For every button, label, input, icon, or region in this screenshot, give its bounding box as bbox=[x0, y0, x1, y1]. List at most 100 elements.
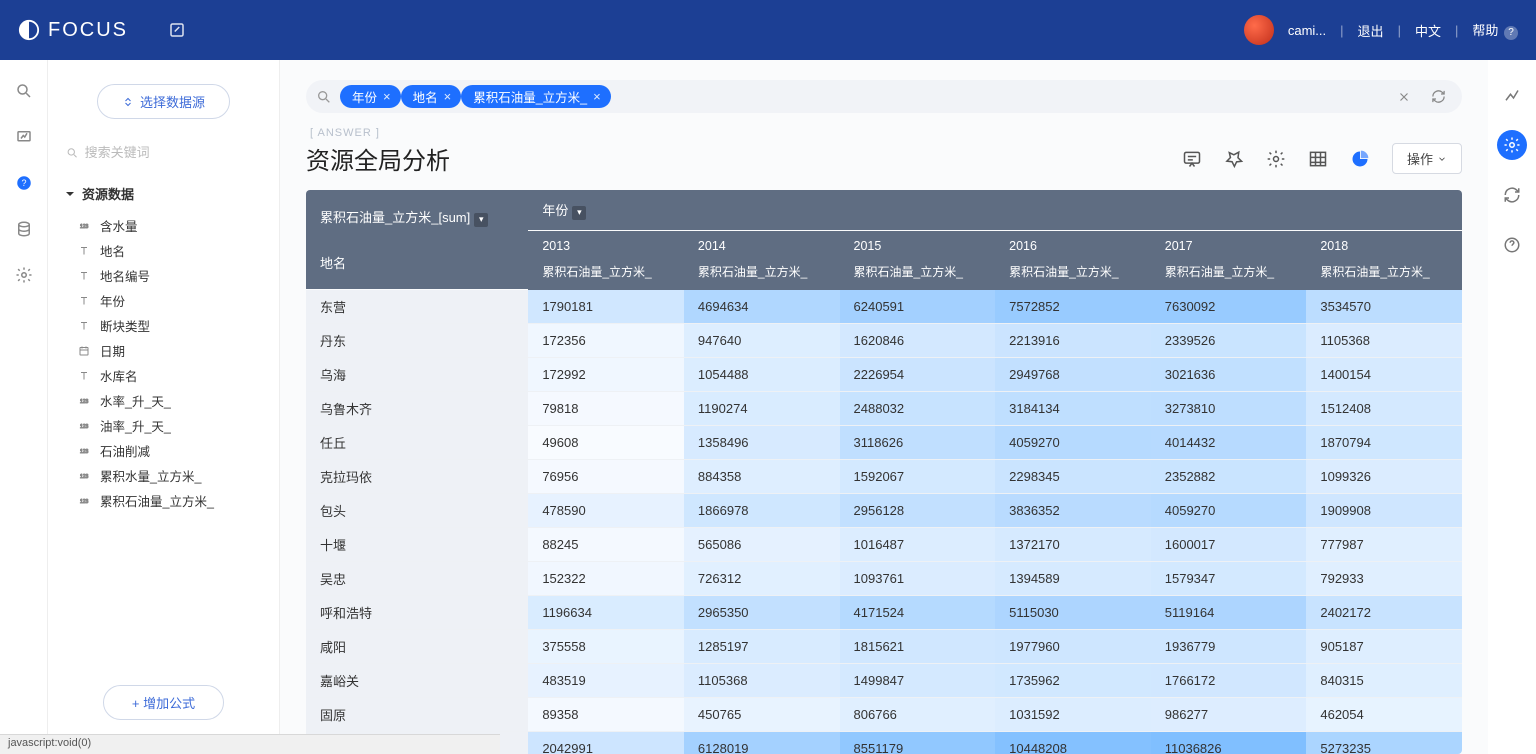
cell[interactable]: 2352882 bbox=[1151, 460, 1307, 494]
reload-query-icon[interactable] bbox=[1425, 89, 1452, 104]
row-header[interactable]: 乌海 bbox=[306, 358, 528, 392]
col-dim-header[interactable]: 年份 bbox=[542, 203, 568, 218]
table-icon[interactable] bbox=[1308, 149, 1328, 169]
cell[interactable]: 3021636 bbox=[1151, 358, 1307, 392]
cell[interactable]: 777987 bbox=[1306, 528, 1462, 562]
cell[interactable]: 1592067 bbox=[840, 460, 996, 494]
username[interactable]: cami... bbox=[1288, 23, 1326, 38]
field-item[interactable]: 123水率_升_天_ bbox=[48, 388, 279, 413]
gear-icon[interactable] bbox=[1266, 149, 1286, 169]
cell[interactable]: 726312 bbox=[684, 562, 840, 596]
cell[interactable]: 3118626 bbox=[840, 426, 996, 460]
search-icon[interactable] bbox=[316, 89, 332, 105]
query-chip[interactable]: 年份× bbox=[340, 85, 401, 108]
cell[interactable]: 3836352 bbox=[995, 494, 1151, 528]
cell[interactable]: 1099326 bbox=[1306, 460, 1462, 494]
row-header[interactable]: 丹东 bbox=[306, 324, 528, 358]
dropdown-icon[interactable]: ▾ bbox=[572, 206, 586, 220]
cell[interactable]: 1579347 bbox=[1151, 562, 1307, 596]
field-item[interactable]: 123累积水量_立方米_ bbox=[48, 463, 279, 488]
cell[interactable]: 1285197 bbox=[684, 630, 840, 664]
row-header[interactable]: 咸阳 bbox=[306, 630, 528, 664]
cell[interactable]: 88245 bbox=[528, 528, 684, 562]
cell[interactable]: 5115030 bbox=[995, 596, 1151, 630]
cell[interactable]: 884358 bbox=[684, 460, 840, 494]
cell[interactable]: 1358496 bbox=[684, 426, 840, 460]
cell[interactable]: 1372170 bbox=[995, 528, 1151, 562]
chip-close-icon[interactable]: × bbox=[383, 89, 391, 104]
field-item[interactable]: 断块类型 bbox=[48, 313, 279, 338]
cell[interactable]: 172992 bbox=[528, 358, 684, 392]
row-header[interactable]: 东营 bbox=[306, 290, 528, 324]
year-header[interactable]: 2017 bbox=[1151, 230, 1307, 259]
rail-help-icon[interactable] bbox=[1497, 230, 1527, 260]
cell[interactable]: 10448208 bbox=[995, 732, 1151, 754]
cell[interactable]: 1512408 bbox=[1306, 392, 1462, 426]
field-item[interactable]: 年份 bbox=[48, 288, 279, 313]
search-keyword-input[interactable] bbox=[85, 145, 261, 160]
cell[interactable]: 11036826 bbox=[1151, 732, 1307, 754]
cell[interactable]: 1190274 bbox=[684, 392, 840, 426]
cell[interactable]: 2339526 bbox=[1151, 324, 1307, 358]
field-item[interactable]: 日期 bbox=[48, 338, 279, 363]
row-header[interactable]: 任丘 bbox=[306, 426, 528, 460]
cell[interactable]: 1936779 bbox=[1151, 630, 1307, 664]
cell[interactable]: 2956128 bbox=[840, 494, 996, 528]
cell[interactable]: 462054 bbox=[1306, 698, 1462, 732]
cell[interactable]: 1790181 bbox=[528, 290, 684, 324]
edit-icon[interactable] bbox=[168, 21, 186, 39]
field-item[interactable]: 水库名 bbox=[48, 363, 279, 388]
cell[interactable]: 1105368 bbox=[1306, 324, 1462, 358]
nav-settings-icon[interactable] bbox=[15, 266, 33, 284]
select-datasource-button[interactable]: 选择数据源 bbox=[97, 84, 230, 119]
field-item[interactable]: 地名编号 bbox=[48, 263, 279, 288]
cell[interactable]: 792933 bbox=[1306, 562, 1462, 596]
nav-help-icon[interactable]: ? bbox=[15, 174, 33, 192]
logout-link[interactable]: 退出 bbox=[1358, 21, 1384, 40]
cell[interactable]: 1766172 bbox=[1151, 664, 1307, 698]
cell[interactable]: 2965350 bbox=[684, 596, 840, 630]
cell[interactable]: 7630092 bbox=[1151, 290, 1307, 324]
cell[interactable]: 1031592 bbox=[995, 698, 1151, 732]
nav-search-icon[interactable] bbox=[15, 82, 33, 100]
cell[interactable]: 840315 bbox=[1306, 664, 1462, 698]
cell[interactable]: 947640 bbox=[684, 324, 840, 358]
comment-icon[interactable] bbox=[1182, 149, 1202, 169]
cell[interactable]: 152322 bbox=[528, 562, 684, 596]
cell[interactable]: 478590 bbox=[528, 494, 684, 528]
cell[interactable]: 3184134 bbox=[995, 392, 1151, 426]
cell[interactable]: 375558 bbox=[528, 630, 684, 664]
clear-query-icon[interactable] bbox=[1391, 90, 1417, 104]
year-header[interactable]: 2014 bbox=[684, 230, 840, 259]
cell[interactable]: 6128019 bbox=[684, 732, 840, 754]
operation-button[interactable]: 操作 bbox=[1392, 143, 1462, 174]
row-header[interactable]: 十堰 bbox=[306, 528, 528, 562]
cell[interactable]: 1909908 bbox=[1306, 494, 1462, 528]
query-chip[interactable]: 地名× bbox=[401, 85, 462, 108]
cell[interactable]: 4171524 bbox=[840, 596, 996, 630]
cell[interactable]: 1016487 bbox=[840, 528, 996, 562]
cell[interactable]: 1870794 bbox=[1306, 426, 1462, 460]
cell[interactable]: 4059270 bbox=[1151, 494, 1307, 528]
cell[interactable]: 4059270 bbox=[995, 426, 1151, 460]
nav-database-icon[interactable] bbox=[15, 220, 33, 238]
cell[interactable]: 1815621 bbox=[840, 630, 996, 664]
row-dim-header[interactable]: 地名 bbox=[320, 256, 346, 271]
cell[interactable]: 806766 bbox=[840, 698, 996, 732]
pin-icon[interactable] bbox=[1224, 149, 1244, 169]
cell[interactable]: 2298345 bbox=[995, 460, 1151, 494]
cell[interactable]: 1394589 bbox=[995, 562, 1151, 596]
chip-close-icon[interactable]: × bbox=[593, 89, 601, 104]
cell[interactable]: 172356 bbox=[528, 324, 684, 358]
cell[interactable]: 79818 bbox=[528, 392, 684, 426]
year-header[interactable]: 2016 bbox=[995, 230, 1151, 259]
row-header[interactable]: 乌鲁木齐 bbox=[306, 392, 528, 426]
cell[interactable]: 1977960 bbox=[995, 630, 1151, 664]
cell[interactable]: 1866978 bbox=[684, 494, 840, 528]
field-item[interactable]: 123累积石油量_立方米_ bbox=[48, 488, 279, 513]
cell[interactable]: 5119164 bbox=[1151, 596, 1307, 630]
row-header[interactable]: 包头 bbox=[306, 494, 528, 528]
cell[interactable]: 5273235 bbox=[1306, 732, 1462, 754]
row-header[interactable]: 吴忠 bbox=[306, 562, 528, 596]
cell[interactable]: 76956 bbox=[528, 460, 684, 494]
